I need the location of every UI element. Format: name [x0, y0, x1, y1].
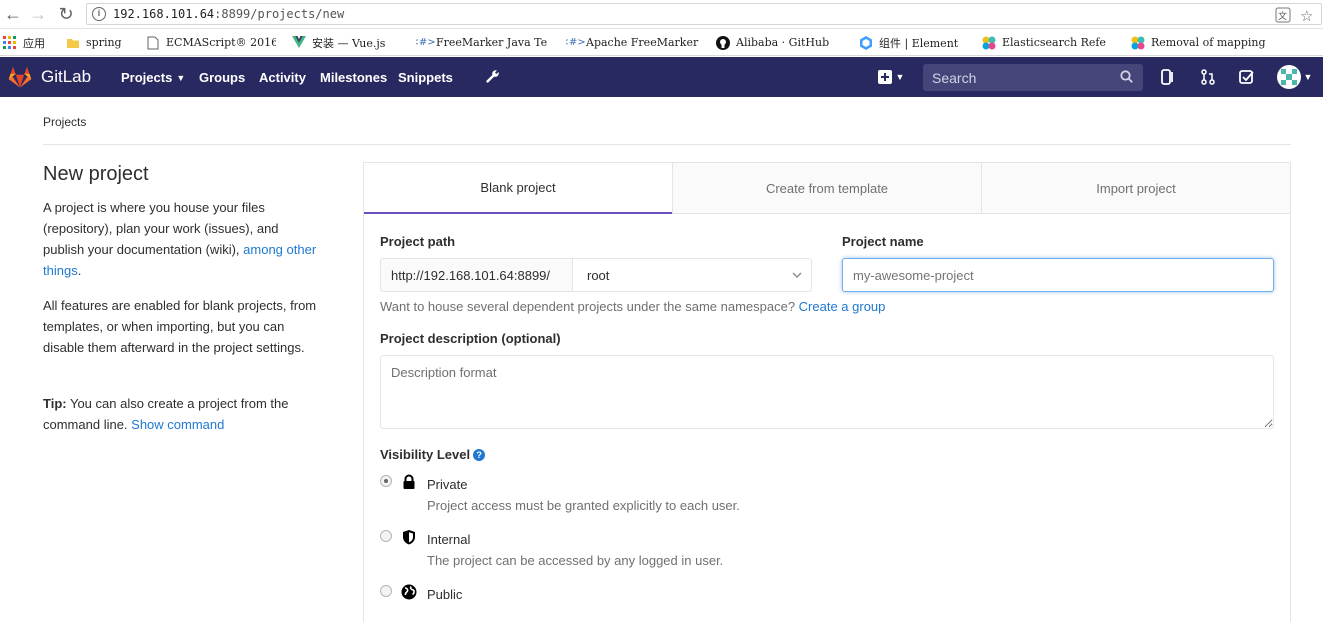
chevron-down-icon: ▼	[176, 73, 186, 83]
bookmark-apache-freemarker[interactable]: <#> Apache FreeMarker	[566, 34, 702, 51]
create-group-link[interactable]: Create a group	[799, 299, 886, 314]
bookmark-vue[interactable]: 安装 — Vue.js	[292, 34, 385, 51]
bookmark-label: Alibaba · GitHub	[736, 36, 830, 49]
folder-icon	[66, 36, 80, 50]
search-icon[interactable]	[1120, 70, 1133, 83]
namespace-hint: Want to house several dependent projects…	[380, 299, 886, 314]
project-path-prefix: http://192.168.101.64:8899/	[380, 258, 573, 292]
bookmark-element[interactable]: 组件 | Element	[859, 34, 958, 51]
namespace-select[interactable]: root	[572, 258, 812, 292]
bookmark-label: ECMAScript® 2016 L	[166, 36, 276, 49]
visibility-public-label[interactable]: Public	[427, 587, 462, 602]
visibility-internal-desc: The project can be accessed by any logge…	[427, 553, 724, 568]
project-path-label: Project path	[380, 234, 456, 249]
reload-icon[interactable]: ↻	[55, 3, 77, 25]
project-tabs: Blank project Create from template Impor…	[364, 163, 1290, 214]
tip-paragraph: Tip: You can also create a project from …	[43, 396, 289, 432]
url-text: 192.168.101.64:8899/projects/new	[113, 7, 345, 21]
lock-icon	[403, 474, 415, 489]
bookmark-label: spring	[86, 36, 122, 49]
merge-request-icon[interactable]	[1197, 66, 1219, 88]
code-icon: <#>	[566, 37, 586, 48]
nav-milestones[interactable]: Milestones	[320, 70, 387, 85]
browser-address-bar: ← → ↻ i 192.168.101.64:8899/projects/new…	[0, 0, 1323, 29]
bookmark-github[interactable]: Alibaba · GitHub	[716, 34, 829, 51]
todo-check-icon[interactable]	[1236, 66, 1258, 88]
elastic-icon	[982, 36, 996, 50]
element-icon	[859, 35, 873, 50]
visibility-radio-internal[interactable]	[380, 530, 392, 542]
features-paragraph: All features are enabled for blank proje…	[43, 298, 317, 355]
bookmark-label: Removal of mapping	[1151, 36, 1266, 49]
gitlab-header: GitLab Projects ▼ Groups Activity Milesto…	[0, 57, 1323, 97]
info-icon[interactable]: i	[92, 7, 106, 21]
tab-blank-project[interactable]: Blank project	[364, 163, 672, 214]
gitlab-logo-icon[interactable]	[8, 66, 32, 88]
app-name[interactable]: GitLab	[41, 67, 91, 87]
issues-icon[interactable]	[1157, 66, 1179, 88]
vue-icon	[292, 36, 306, 50]
bookmark-apps[interactable]: 应用	[3, 34, 45, 51]
avatar[interactable]	[1277, 65, 1301, 89]
project-name-label: Project name	[842, 234, 924, 249]
visibility-internal-label[interactable]: Internal	[427, 532, 470, 547]
globe-icon	[401, 584, 417, 600]
bookmark-label: FreeMarker Java Te	[436, 36, 548, 49]
wrench-icon[interactable]	[481, 66, 503, 88]
search-input[interactable]	[923, 64, 1113, 91]
project-description-field[interactable]	[380, 355, 1274, 429]
visibility-level-label: Visibility Level?	[380, 447, 486, 462]
forward-arrow-icon[interactable]: →	[27, 3, 49, 25]
code-icon: <#>	[416, 37, 436, 48]
bookmark-spring[interactable]: spring	[66, 34, 122, 51]
intro-paragraph: A project is where you house your files …	[43, 200, 317, 278]
breadcrumb[interactable]: Projects	[43, 115, 86, 129]
search-box[interactable]	[923, 64, 1143, 91]
bookmark-label: Elasticsearch Refe	[1002, 36, 1106, 49]
url-field[interactable]: i 192.168.101.64:8899/projects/new 文 ☆	[86, 3, 1322, 25]
nav-groups[interactable]: Groups	[199, 70, 245, 85]
shield-icon	[403, 530, 415, 545]
nav-activity[interactable]: Activity	[259, 70, 306, 85]
visibility-radio-private[interactable]	[380, 475, 392, 487]
translate-icon[interactable]: 文	[1275, 7, 1291, 27]
bookmark-elasticsearch[interactable]: Elasticsearch Refe	[982, 34, 1118, 51]
bookmark-freemarker-java[interactable]: <#> FreeMarker Java Te	[416, 34, 552, 51]
visibility-private-label[interactable]: Private	[427, 477, 467, 492]
divider	[43, 144, 1291, 145]
project-name-field[interactable]	[842, 258, 1274, 292]
chevron-down-icon: ▼	[895, 72, 905, 82]
back-arrow-icon[interactable]: ←	[2, 3, 24, 25]
namespace-value: root	[587, 268, 610, 283]
elastic-icon	[1131, 36, 1145, 50]
tab-create-from-template[interactable]: Create from template	[672, 163, 981, 214]
bookmark-label: 安装 — Vue.js	[312, 36, 386, 50]
bookmark-label: Apache FreeMarker	[586, 36, 699, 49]
visibility-private-desc: Project access must be granted explicitl…	[427, 498, 740, 513]
visibility-radio-public[interactable]	[380, 585, 392, 597]
bookmark-removal-of-mapping[interactable]: Removal of mapping	[1131, 34, 1271, 51]
page-title: New project	[43, 163, 149, 185]
question-circle-icon[interactable]: ?	[473, 449, 486, 461]
nav-snippets[interactable]: Snippets	[398, 70, 453, 85]
svg-text:文: 文	[1278, 10, 1287, 22]
page-icon	[146, 36, 160, 50]
bookmarks-bar: 应用 spring ECMAScript® 2016 L 安装 — Vue.js…	[0, 29, 1323, 56]
chevron-down-icon	[792, 272, 802, 279]
apps-grid-icon	[3, 35, 17, 50]
new-item-dropdown[interactable]: ▼	[874, 66, 908, 88]
bookmark-label: 应用	[23, 36, 45, 50]
nav-projects[interactable]: Projects ▼	[121, 70, 185, 85]
tab-import-project[interactable]: Import project	[981, 163, 1290, 214]
github-icon	[716, 35, 730, 50]
bookmark-label: 组件 | Element	[879, 36, 959, 50]
star-icon[interactable]: ☆	[1300, 7, 1313, 25]
show-command-link[interactable]: Show command	[131, 417, 224, 432]
bookmark-ecmascript[interactable]: ECMAScript® 2016 L	[146, 34, 276, 51]
plus-square-icon	[877, 70, 892, 84]
project-description-label: Project description (optional)	[380, 331, 561, 346]
chevron-down-icon[interactable]: ▼	[1300, 66, 1316, 88]
